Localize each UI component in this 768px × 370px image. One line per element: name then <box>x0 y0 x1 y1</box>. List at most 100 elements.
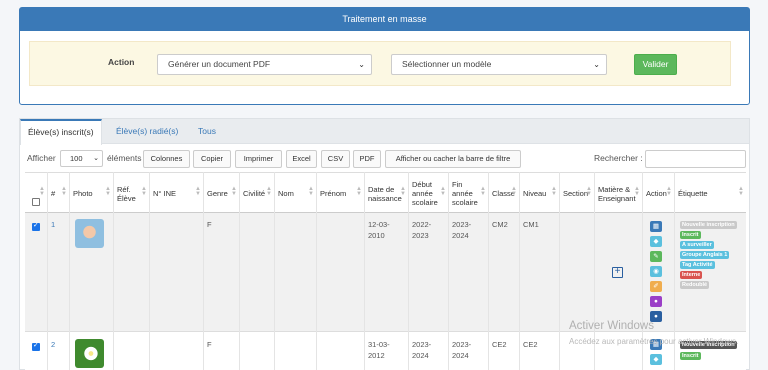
print-button[interactable]: Imprimer <box>235 150 282 168</box>
tab-bar: Élève(s) inscrit(s) Élève(s) radié(s) To… <box>20 119 749 145</box>
col-label: Réf. Élève <box>117 184 136 203</box>
col-label: Action <box>646 189 667 198</box>
tab-enrolled[interactable]: Élève(s) inscrit(s) <box>20 119 102 145</box>
column-divider <box>364 172 365 370</box>
row-number: 2 <box>51 340 56 349</box>
col-label: Genre <box>207 189 228 198</box>
tag-badge: Redoublé <box>680 281 710 289</box>
col-label: Matière & Enseignant <box>598 184 636 203</box>
col-label: Fin année scolaire <box>452 180 478 207</box>
col-num[interactable]: # ▲ ▼ <box>47 173 69 214</box>
action-select[interactable]: Générer un document PDF ⌄ <box>157 54 372 75</box>
pdf-button[interactable]: PDF <box>353 150 381 168</box>
class-cell: CE2 <box>492 340 507 349</box>
sort-icon: ▲ ▼ <box>231 186 237 197</box>
col-label: Civilité <box>243 189 266 198</box>
message-icon[interactable]: ● <box>650 296 662 307</box>
row-checkbox[interactable] <box>32 341 40 351</box>
genre-cell: F <box>207 220 212 229</box>
excel-button[interactable]: Excel <box>286 150 317 168</box>
column-divider <box>448 172 449 370</box>
submit-button[interactable]: Valider <box>634 54 677 75</box>
select-all-checkbox[interactable] <box>32 198 40 206</box>
toggle-filter-bar-button[interactable]: Afficher ou cacher la barre de filtre <box>385 150 521 168</box>
model-select-value: Sélectionner un modèle <box>402 59 492 69</box>
sort-icon: ▲ ▼ <box>400 186 406 197</box>
col-ref[interactable]: Réf. Élève ▲ ▼ <box>113 173 149 214</box>
columns-button[interactable]: Colonnes <box>143 150 190 168</box>
mass-processing-panel: Traitement en masse Action Générer un do… <box>19 7 750 105</box>
col-civilite[interactable]: Civilité ▲ ▼ <box>239 173 274 214</box>
tag-icon[interactable]: ◆ <box>650 354 662 365</box>
column-divider <box>149 172 150 370</box>
search-input[interactable] <box>645 150 746 168</box>
action-select-value: Générer un document PDF <box>168 59 271 69</box>
sort-icon: ▲ ▼ <box>356 186 362 197</box>
col-label: Nom <box>278 189 294 198</box>
col-label: Étiquette <box>678 189 708 198</box>
col-label: Niveau <box>523 189 547 198</box>
col-birthdate[interactable]: Date de naissance ▲ ▼ <box>364 173 408 214</box>
col-genre[interactable]: Genre ▲ ▼ <box>203 173 239 214</box>
col-subject-teacher[interactable]: Matière & Enseignant ▲ ▼ <box>594 173 642 214</box>
page-length-select[interactable]: 100 ⌄ <box>60 150 103 167</box>
row-number: 1 <box>51 220 56 229</box>
tab-removed[interactable]: Élève(s) radié(s) <box>109 119 185 144</box>
chevron-down-icon: ⌄ <box>93 155 99 162</box>
student-photo <box>75 219 104 248</box>
sort-icon: ▲ ▼ <box>105 186 111 197</box>
col-start-year[interactable]: Début année scolaire ▲ ▼ <box>408 173 448 214</box>
column-divider <box>203 172 204 370</box>
table-row[interactable]: 1 F 12-03-2010 2022-2023 2023-2024 CM2 C… <box>25 213 746 332</box>
genre-cell: F <box>207 340 212 349</box>
column-divider <box>316 172 317 370</box>
chevron-down-icon: ⌄ <box>593 60 600 69</box>
add-subject-icon[interactable]: + <box>612 267 623 278</box>
sort-icon: ▲ ▼ <box>586 186 592 197</box>
col-section[interactable]: Section ▲ ▼ <box>559 173 594 214</box>
col-label: N° INE <box>153 189 177 198</box>
search-label: Rechercher : <box>594 153 643 163</box>
column-divider <box>488 172 489 370</box>
col-label: Prénom <box>320 189 347 198</box>
column-divider <box>239 172 240 370</box>
col-end-year[interactable]: Fin année scolaire ▲ ▼ <box>448 173 488 214</box>
col-level[interactable]: Niveau ▲ ▼ <box>519 173 559 214</box>
tag-icon[interactable]: ◆ <box>650 236 662 247</box>
tag-badge: Inscrit <box>680 352 701 360</box>
col-class[interactable]: Classe ▲ ▼ <box>488 173 519 214</box>
column-divider <box>69 172 70 370</box>
start-year-cell: 2022-2023 <box>412 220 432 240</box>
model-select[interactable]: Sélectionner un modèle ⌄ <box>391 54 607 75</box>
pencil-icon[interactable]: ✐ <box>650 281 662 292</box>
page-length-value: 100 <box>70 154 83 163</box>
end-year-cell: 2023-2024 <box>452 220 472 240</box>
mass-action-form: Action Générer un document PDF ⌄ Sélecti… <box>29 41 731 86</box>
tag-badge: Inscrit <box>680 231 701 239</box>
elements-label: éléments <box>107 153 142 163</box>
calendar-icon[interactable]: ▦ <box>650 221 662 232</box>
col-prenom[interactable]: Prénom ▲ ▼ <box>316 173 364 214</box>
col-action[interactable]: Action ▲ ▼ <box>642 173 674 214</box>
col-label: Début année scolaire <box>412 180 438 207</box>
view-icon[interactable]: ◉ <box>650 266 662 277</box>
col-label: Date de naissance <box>368 184 402 203</box>
col-photo[interactable]: Photo ▲ ▼ <box>69 173 113 214</box>
tag-badge: A surveiller <box>680 241 714 249</box>
tab-all[interactable]: Tous <box>191 119 223 144</box>
copy-button[interactable]: Copier <box>193 150 231 168</box>
student-photo <box>75 339 104 368</box>
tag-badge: Groupe Anglais 1 <box>680 251 730 259</box>
col-nom[interactable]: Nom ▲ ▼ <box>274 173 316 214</box>
column-divider <box>408 172 409 370</box>
activation-watermark-text: Accédez aux paramètres pour activer Wind… <box>569 337 739 346</box>
start-year-cell: 2023-2024 <box>412 340 432 360</box>
row-checkbox[interactable] <box>32 221 40 231</box>
csv-button[interactable]: CSV <box>321 150 350 168</box>
class-cell: CM2 <box>492 220 508 229</box>
panel-title: Traitement en masse <box>20 8 749 31</box>
edit-icon[interactable]: ✎ <box>650 251 662 262</box>
col-tags[interactable]: Étiquette ▲ ▼ <box>674 173 746 214</box>
col-ine[interactable]: N° INE ▲ ▼ <box>149 173 203 214</box>
column-divider <box>47 172 48 370</box>
